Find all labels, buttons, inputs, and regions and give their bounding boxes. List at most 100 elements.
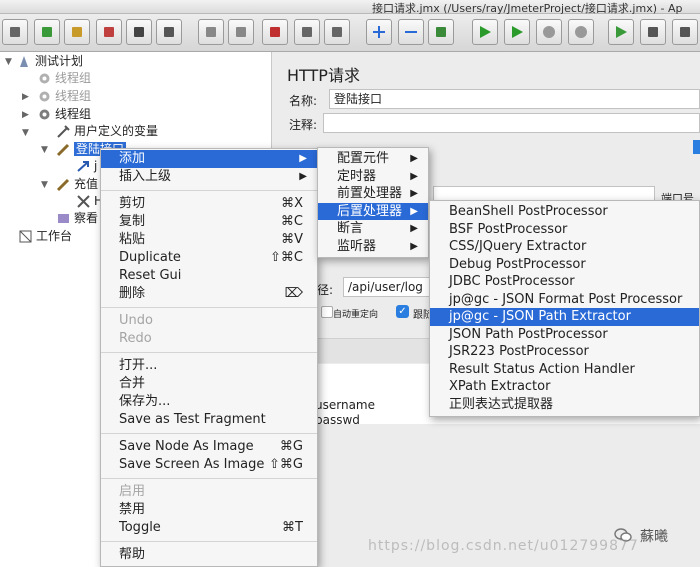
context-menu-item-label: 复制	[119, 214, 146, 229]
post-processor-item[interactable]: JDBC PostProcessor	[430, 273, 699, 291]
paste-button[interactable]	[324, 19, 350, 45]
new-button[interactable]	[2, 19, 28, 45]
context-menu-item[interactable]: 插入上级 ▶	[101, 168, 317, 186]
redirect-label: 自动重定向	[333, 310, 379, 320]
tree-node-recharge[interactable]: 充值	[56, 176, 98, 193]
menu-separator	[101, 478, 317, 479]
param-username[interactable]: username	[315, 398, 375, 412]
post-processor-item[interactable]: jp@gc - JSON Format Post Processor	[430, 291, 699, 309]
tree-node-user-vars[interactable]: 用户定义的变量	[56, 123, 158, 140]
templates-icon	[42, 27, 52, 37]
post-processor-item-label: 正则表达式提取器	[449, 396, 554, 412]
undo-button[interactable]	[198, 19, 224, 45]
cut-button[interactable]	[262, 19, 288, 45]
tree-node-thread-group[interactable]: 线程组	[37, 88, 91, 105]
context-menu-item[interactable]: 合并	[101, 375, 317, 393]
post-processor-item[interactable]: CSS/JQuery Extractor	[430, 238, 699, 256]
menu-separator	[101, 541, 317, 542]
tree-node-thread-group[interactable]: 线程组	[37, 106, 91, 123]
context-menu-item[interactable]: Reset Gui	[101, 267, 317, 285]
start-no-timers-button[interactable]	[504, 19, 530, 45]
shutdown-button[interactable]	[568, 19, 594, 45]
redo-button[interactable]	[228, 19, 254, 45]
context-menu-item[interactable]: 剪切 ⌘X	[101, 195, 317, 213]
post-processor-item[interactable]: BSF PostProcessor	[430, 221, 699, 239]
copy-button[interactable]	[294, 19, 320, 45]
expand-button[interactable]	[366, 19, 392, 45]
expand-toggle[interactable]: ▼	[22, 128, 29, 138]
expand-toggle[interactable]: ▶	[22, 92, 29, 102]
toggle-icon	[436, 27, 446, 37]
templates-button[interactable]	[34, 19, 60, 45]
post-processor-item[interactable]: JSR223 PostProcessor	[430, 343, 699, 361]
context-menu-item[interactable]: 帮助	[101, 546, 317, 564]
tree-node-thread-group[interactable]: 线程组	[37, 70, 91, 87]
context-menu-item-label: Save Screen As Image	[119, 457, 265, 472]
add-submenu-item[interactable]: 配置元件 ▶	[318, 150, 428, 168]
context-menu-item[interactable]: 粘贴 ⌘V	[101, 231, 317, 249]
context-menu-item[interactable]: Save as Test Fragment	[101, 411, 317, 429]
context-menu-item[interactable]: 禁用	[101, 501, 317, 519]
post-processor-item-label: XPath Extractor	[449, 379, 551, 394]
tree-node-extractor[interactable]: j	[76, 158, 97, 175]
context-menu-item[interactable]: 复制 ⌘C	[101, 213, 317, 231]
context-menu-item[interactable]: Duplicate ⇧⌘C	[101, 249, 317, 267]
name-input[interactable]: 登陆接口	[329, 89, 700, 109]
remote-start-button[interactable]	[608, 19, 634, 45]
expand-toggle[interactable]: ▶	[22, 110, 29, 120]
context-menu-item: 启用	[101, 483, 317, 501]
post-processor-item[interactable]: XPath Extractor	[430, 378, 699, 396]
post-processor-item[interactable]: 正则表达式提取器	[430, 396, 699, 414]
panel-scroll-handle[interactable]	[693, 140, 700, 154]
open-button[interactable]	[64, 19, 90, 45]
post-processor-item[interactable]: BeanShell PostProcessor	[430, 203, 699, 221]
expand-toggle[interactable]: ▼	[5, 57, 12, 67]
path-input[interactable]: /api/user/log	[343, 277, 433, 297]
tree-node-test-plan[interactable]: 测试计划	[17, 53, 83, 70]
context-menu: 添加 ▶ 插入上级 ▶ 剪切 ⌘X 复制 ⌘C 粘贴 ⌘V Duplicate ⇧⌘C Reset Gu…	[100, 148, 318, 567]
context-menu-item[interactable]: Save Node As Image ⌘G	[101, 438, 317, 456]
expand-toggle[interactable]: ▼	[41, 145, 48, 155]
post-processor-item[interactable]: Result Status Action Handler	[430, 361, 699, 379]
add-submenu-item[interactable]: 断言 ▶	[318, 220, 428, 238]
context-menu-item[interactable]: 保存为...	[101, 393, 317, 411]
remote-stop-button[interactable]	[640, 19, 666, 45]
collapse-button[interactable]	[398, 19, 424, 45]
expand-toggle[interactable]: ▼	[41, 180, 48, 190]
post-processor-item-label: jp@gc - JSON Path Extractor	[449, 309, 631, 324]
post-processor-item[interactable]: Debug PostProcessor	[430, 256, 699, 274]
tree-node-listener[interactable]: 察看	[56, 210, 98, 227]
add-submenu-item[interactable]: 前置处理器 ▶	[318, 185, 428, 203]
post-processor-item[interactable]: JSON Path PostProcessor	[430, 326, 699, 344]
post-processor-item[interactable]: jp@gc - JSON Path Extractor	[430, 308, 699, 326]
add-submenu-item[interactable]: 监听器 ▶	[318, 238, 428, 256]
context-menu-item[interactable]: Save Screen As Image ⇧⌘G	[101, 456, 317, 474]
context-menu-item[interactable]: 打开...	[101, 357, 317, 375]
tree-node-workbench[interactable]: 工作台	[18, 228, 72, 245]
context-menu-item-label: 插入上级	[119, 169, 172, 184]
add-submenu-item[interactable]: 定时器 ▶	[318, 168, 428, 186]
add-submenu-item[interactable]: 后置处理器 ▶	[318, 202, 428, 220]
context-menu-item[interactable]: Toggle ⌘T	[101, 519, 317, 537]
wrench-icon	[76, 194, 91, 209]
arrow-icon	[76, 159, 91, 174]
tree-node-header[interactable]: H	[76, 193, 103, 210]
start-button[interactable]	[472, 19, 498, 45]
context-menu-item: Redo	[101, 330, 317, 348]
path-label: 径:	[317, 283, 334, 297]
save-button[interactable]	[126, 19, 152, 45]
redirect-checkbox[interactable]	[321, 306, 333, 318]
remote-exit-button[interactable]	[672, 19, 698, 45]
shortcut-label: ⌘G	[279, 439, 303, 454]
paste-icon	[332, 27, 342, 37]
follow-checkbox[interactable]: ✓	[396, 305, 409, 318]
comment-input[interactable]	[323, 113, 700, 133]
param-passwd[interactable]: passwd	[315, 413, 360, 427]
context-menu-item[interactable]: 添加 ▶	[101, 150, 317, 168]
toggle-button[interactable]	[428, 19, 454, 45]
close-button[interactable]	[96, 19, 122, 45]
save-as-button[interactable]	[156, 19, 182, 45]
context-menu-item[interactable]: 删除 ⌦	[101, 285, 317, 303]
context-menu-item-label: 禁用	[119, 502, 146, 517]
stop-button[interactable]	[536, 19, 562, 45]
